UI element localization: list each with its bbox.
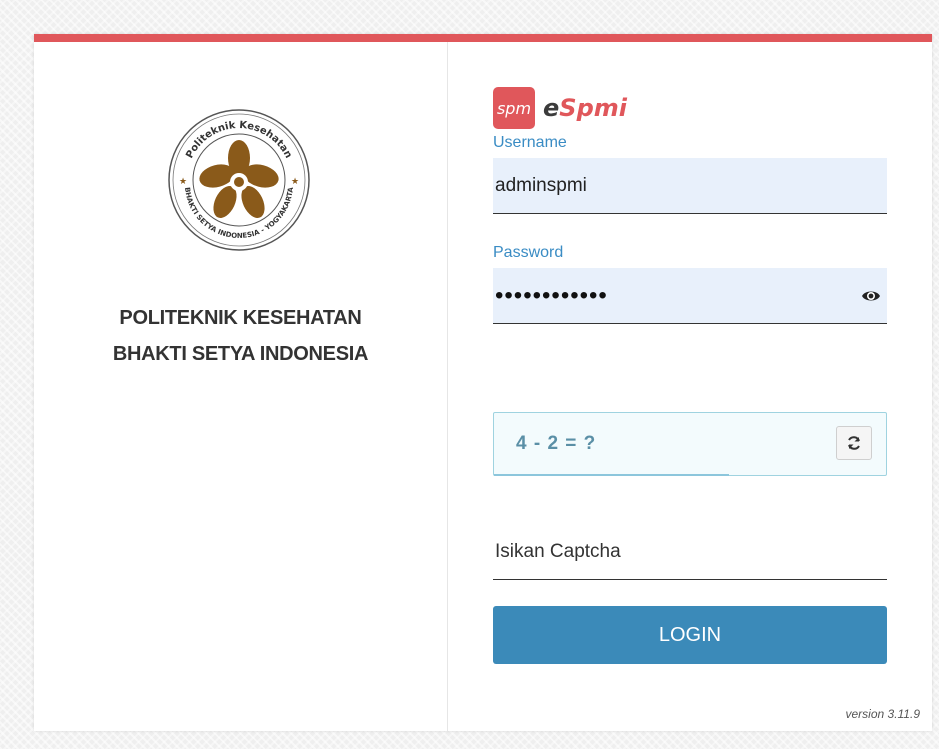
username-input[interactable] xyxy=(493,158,887,214)
eye-icon[interactable] xyxy=(861,288,881,304)
captcha-input[interactable] xyxy=(493,524,887,580)
top-accent-stripe xyxy=(34,34,932,42)
password-label: Password xyxy=(493,244,564,261)
institution-name-line1: POLITEKNIK KESEHATAN xyxy=(119,307,362,329)
svg-text:★: ★ xyxy=(179,176,187,186)
captcha-question: 4 - 2 = ? xyxy=(516,433,597,454)
login-card: Politeknik Kesehatan BHAKTI SETYA INDONE… xyxy=(34,34,932,731)
svg-text:★: ★ xyxy=(291,176,299,186)
app-name: eSpmi xyxy=(543,94,627,122)
password-input[interactable]: •••••••••••• xyxy=(493,268,887,324)
login-button[interactable]: LOGIN xyxy=(493,606,887,664)
refresh-icon xyxy=(848,436,860,450)
espmi-logo-icon: spm xyxy=(493,87,535,129)
institution-panel: Politeknik Kesehatan BHAKTI SETYA INDONE… xyxy=(34,42,448,731)
password-value: •••••••••••• xyxy=(495,282,608,309)
captcha-timer-bar xyxy=(494,474,730,476)
institution-logo: Politeknik Kesehatan BHAKTI SETYA INDONE… xyxy=(165,106,313,254)
login-form-panel: spm eSpmi Username Password ••••••••••••… xyxy=(448,42,932,731)
username-label: Username xyxy=(493,134,567,151)
institution-name: POLITEKNIK KESEHATAN BHAKTI SETYA INDONE… xyxy=(34,300,447,372)
captcha-refresh-button[interactable] xyxy=(836,426,872,460)
app-brand: spm eSpmi xyxy=(493,86,627,130)
version-label: version 3.11.9 xyxy=(845,707,921,721)
captcha-box: 4 - 2 = ? xyxy=(493,412,887,476)
institution-name-line2: BHAKTI SETYA INDONESIA xyxy=(112,343,369,365)
logo-emblem-icon: Politeknik Kesehatan BHAKTI SETYA INDONE… xyxy=(168,109,310,251)
